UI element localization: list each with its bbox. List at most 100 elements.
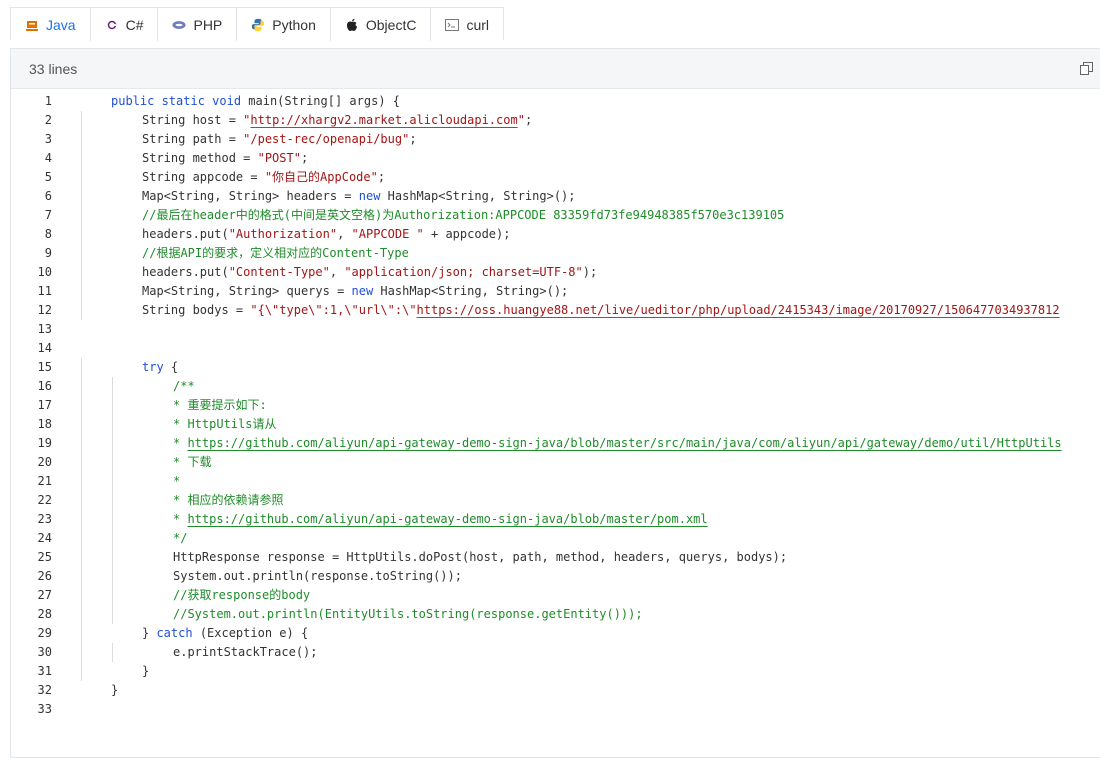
indent-guide bbox=[81, 111, 82, 130]
code-line: * HttpUtils请从 bbox=[71, 415, 1062, 434]
tab-label: C# bbox=[125, 16, 144, 33]
code-line-content: //根据API的要求，定义相对应的Content-Type bbox=[71, 246, 409, 260]
code-line-content: String method = "POST"; bbox=[71, 151, 308, 165]
token-url-str[interactable]: https://oss.huangye88.net/live/ueditor/p… bbox=[417, 303, 1060, 317]
token-plain: HttpResponse response = HttpUtils.doPost… bbox=[173, 550, 788, 564]
code-line: /** bbox=[71, 377, 1062, 396]
code-line-content: public static void main(String[] args) { bbox=[71, 94, 400, 108]
line-number: 33 bbox=[37, 702, 52, 716]
line-number: 10 bbox=[37, 265, 52, 279]
code-line: * 下载 bbox=[71, 453, 1062, 472]
token-plain: headers.put( bbox=[142, 227, 229, 241]
code-line-content: headers.put("Content-Type", "application… bbox=[71, 265, 597, 279]
token-url-str[interactable]: http://xhargv2.market.alicloudapi.com bbox=[250, 113, 517, 127]
code-line: } bbox=[71, 662, 1062, 681]
code-line-content: String path = "/pest-rec/openapi/bug"; bbox=[71, 132, 417, 146]
line-number: 5 bbox=[44, 170, 52, 184]
indent-guide bbox=[112, 415, 113, 434]
line-number: 6 bbox=[44, 189, 52, 203]
token-plain: (Exception e) { bbox=[199, 626, 309, 640]
token-kw: public static void bbox=[111, 94, 249, 108]
code-line-content: Map<String, String> headers = new HashMa… bbox=[71, 189, 576, 203]
line-number: 13 bbox=[37, 322, 52, 336]
token-str: "application/json; charset=UTF-8" bbox=[344, 265, 583, 279]
token-str: "/pest-rec/openapi/bug" bbox=[243, 132, 410, 146]
line-number: 14 bbox=[37, 341, 52, 355]
tab-curl[interactable]: curl bbox=[431, 8, 504, 41]
line-number: 8 bbox=[44, 227, 52, 241]
code-line-content: headers.put("Authorization", "APPCODE " … bbox=[71, 227, 510, 241]
line-number: 20 bbox=[37, 455, 52, 469]
tab-java[interactable]: Java bbox=[11, 8, 91, 41]
line-number: 29 bbox=[37, 626, 52, 640]
code-line: */ bbox=[71, 529, 1062, 548]
token-str: "你自己的AppCode" bbox=[264, 170, 378, 184]
token-com: * HttpUtils请从 bbox=[173, 417, 277, 431]
token-plain: e.printStackTrace(); bbox=[173, 645, 318, 659]
token-url-com[interactable]: https://github.com/aliyun/api-gateway-de… bbox=[187, 436, 1061, 450]
code-line-content: String host = "http://xhargv2.market.ali… bbox=[71, 113, 532, 127]
token-plain: } bbox=[142, 626, 157, 640]
tab-php[interactable]: PHP bbox=[158, 8, 238, 41]
indent-guide bbox=[81, 605, 82, 624]
indent-guide bbox=[81, 567, 82, 586]
tab-python[interactable]: Python bbox=[237, 8, 331, 41]
token-plain: System.out.println(response.toString()); bbox=[173, 569, 462, 583]
tab-csharp[interactable]: C# bbox=[90, 8, 159, 41]
token-plain: , bbox=[337, 227, 352, 241]
code-line-content: * bbox=[71, 474, 180, 488]
token-plain: String appcode = bbox=[142, 170, 265, 184]
indent-guide bbox=[112, 472, 113, 491]
token-plain: String bodys = bbox=[142, 303, 251, 317]
token-com: * bbox=[173, 436, 188, 450]
indent-guide bbox=[81, 206, 82, 225]
code-line: HttpResponse response = HttpUtils.doPost… bbox=[71, 548, 1062, 567]
code-line: public static void main(String[] args) { bbox=[71, 92, 1062, 111]
token-plain: ); bbox=[582, 265, 598, 279]
line-number: 22 bbox=[37, 493, 52, 507]
code-content: public static void main(String[] args) {… bbox=[71, 90, 1062, 719]
line-number: 17 bbox=[37, 398, 52, 412]
line-number: 25 bbox=[37, 550, 52, 564]
code-line-content: //System.out.println(EntityUtils.toStrin… bbox=[71, 607, 643, 621]
indent-guide bbox=[112, 396, 113, 415]
code-line: String bodys = "{\"type\":1,\"url\":\"ht… bbox=[71, 301, 1062, 320]
token-str: " bbox=[517, 113, 525, 127]
code-line: //System.out.println(EntityUtils.toStrin… bbox=[71, 605, 1062, 624]
indent-guide bbox=[81, 586, 82, 605]
line-number: 27 bbox=[37, 588, 52, 602]
copy-icon[interactable] bbox=[1078, 61, 1094, 77]
code-line-content: //获取response的body bbox=[71, 588, 310, 602]
code-viewer[interactable]: 1 2 3 4 5 6 7 8 9 10 11 12 13 14 15 16 17 18 19 20 21 22 23 24 2… bbox=[11, 90, 1100, 750]
indent-guide bbox=[81, 377, 82, 396]
indent-guide bbox=[112, 605, 113, 624]
indent-guide bbox=[81, 396, 82, 415]
indent-guide bbox=[81, 472, 82, 491]
token-url-com[interactable]: https://github.com/aliyun/api-gateway-de… bbox=[187, 512, 707, 526]
tab-objectc[interactable]: ObjectC bbox=[330, 8, 432, 41]
code-line-content: System.out.println(response.toString()); bbox=[71, 569, 462, 583]
tab-label: PHP bbox=[193, 16, 223, 33]
token-plain: { bbox=[170, 360, 179, 374]
indent-guide bbox=[81, 434, 82, 453]
code-line: Map<String, String> querys = new HashMap… bbox=[71, 282, 1062, 301]
code-line: * 重要提示如下: bbox=[71, 396, 1062, 415]
token-kw: new bbox=[351, 284, 381, 298]
token-kw: catch bbox=[156, 626, 200, 640]
code-panel: 33 lines 1 2 3 4 5 6 7 8 9 10 11 12 13 14 15 16 17 18 19 20… bbox=[10, 48, 1100, 758]
indent-guide bbox=[81, 130, 82, 149]
tab-label: curl bbox=[466, 16, 490, 33]
indent-guide bbox=[81, 301, 82, 320]
code-line: //获取response的body bbox=[71, 586, 1062, 605]
token-com: * 重要提示如下: bbox=[173, 398, 267, 412]
terminal-icon bbox=[445, 18, 460, 32]
code-line-content: HttpResponse response = HttpUtils.doPost… bbox=[71, 550, 787, 564]
token-kw: try bbox=[142, 360, 171, 374]
php-icon bbox=[172, 18, 187, 32]
code-line: headers.put("Authorization", "APPCODE " … bbox=[71, 225, 1062, 244]
token-str: "{\"type\":1,\"url\":\" bbox=[250, 303, 417, 317]
code-line: String appcode = "你自己的AppCode"; bbox=[71, 168, 1062, 187]
